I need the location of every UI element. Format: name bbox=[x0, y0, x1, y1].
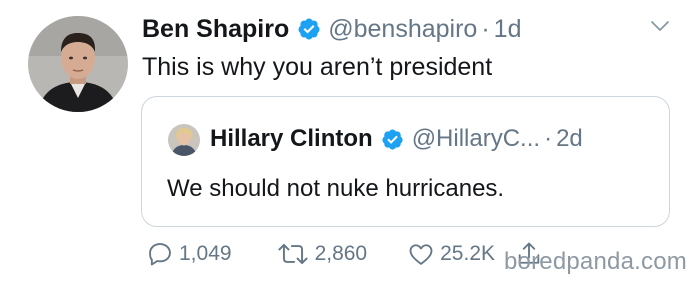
tweet-text: This is why you aren’t president bbox=[142, 53, 493, 81]
verified-badge-icon bbox=[381, 128, 404, 151]
tweet-header: Ben Shapiro @benshapiro · 1d bbox=[142, 12, 521, 46]
chevron-down-icon[interactable] bbox=[648, 14, 672, 38]
like-count: 25.2K bbox=[440, 242, 496, 265]
retweet-count: 2,860 bbox=[314, 242, 368, 265]
author-display-name[interactable]: Ben Shapiro bbox=[142, 12, 289, 46]
like-button[interactable]: 25.2K bbox=[407, 240, 495, 268]
user-avatar-icon bbox=[168, 124, 200, 156]
user-avatar-icon bbox=[28, 16, 128, 112]
quoted-tweet-text: We should not nuke hurricanes. bbox=[167, 175, 505, 202]
quoted-author-avatar[interactable] bbox=[168, 124, 200, 156]
author-avatar[interactable] bbox=[28, 16, 128, 112]
quoted-tweet-header: Hillary Clinton @HillaryC... · 2d bbox=[210, 123, 583, 155]
author-handle[interactable]: @benshapiro bbox=[328, 12, 477, 46]
heart-icon bbox=[409, 244, 433, 265]
quoted-handle[interactable]: @HillaryC... bbox=[412, 123, 540, 155]
quoted-tweet-card[interactable]: Hillary Clinton @HillaryC... · 2d We sho… bbox=[141, 96, 670, 227]
separator-dot: · bbox=[544, 125, 553, 152]
reply-icon bbox=[149, 243, 171, 266]
quoted-display-name[interactable]: Hillary Clinton bbox=[210, 123, 373, 155]
watermark: boredpanda.com bbox=[504, 248, 687, 275]
reply-count: 1,049 bbox=[179, 242, 232, 265]
retweet-icon bbox=[277, 243, 308, 265]
tweet: Ben Shapiro @benshapiro · 1d This is why… bbox=[0, 0, 700, 286]
reply-button[interactable]: 1,049 bbox=[146, 240, 232, 268]
verified-badge-icon bbox=[297, 17, 321, 41]
tweet-actions: 1,049 2,860 25.2K bbox=[146, 240, 543, 268]
tweet-timestamp[interactable]: 1d bbox=[494, 12, 522, 46]
quoted-timestamp[interactable]: 2d bbox=[556, 123, 583, 155]
separator-dot: · bbox=[481, 15, 490, 43]
retweet-button[interactable]: 2,860 bbox=[276, 240, 368, 268]
